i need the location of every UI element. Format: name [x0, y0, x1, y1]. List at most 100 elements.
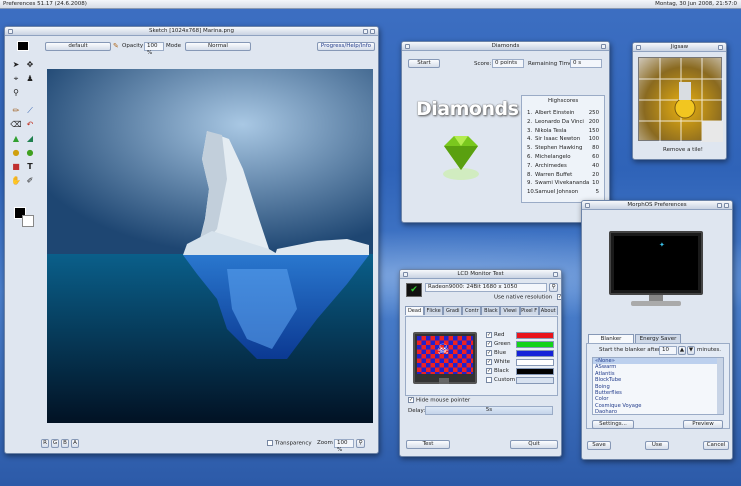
stamp-icon[interactable]: ♟ [24, 73, 36, 85]
fill-icon[interactable]: ▲ [10, 133, 22, 145]
depth-gadget-icon[interactable] [724, 203, 729, 208]
tab-pixel-f[interactable]: Pixel F [519, 306, 539, 315]
zoom-magnifier-icon[interactable]: ⚲ [356, 439, 365, 448]
depth-gadget-icon[interactable] [370, 29, 375, 34]
use-button[interactable]: Use [645, 441, 669, 450]
color-swatch[interactable] [17, 41, 29, 51]
tab-contr[interactable]: Contr [462, 306, 482, 315]
close-gadget-icon[interactable] [636, 45, 641, 50]
brush-select[interactable]: default [45, 42, 111, 51]
zoom-gadget-icon[interactable] [363, 29, 368, 34]
curve-icon[interactable]: ↶ [24, 119, 36, 131]
color-swatch[interactable] [516, 359, 554, 366]
jigsaw-titlebar[interactable]: Jigsaw [633, 43, 726, 52]
airbrush-icon[interactable]: ✐ [24, 175, 36, 187]
tab-energy-saver[interactable]: Energy Saver [635, 334, 681, 343]
gradient-icon[interactable]: ◢ [24, 133, 36, 145]
move-icon[interactable]: ✥ [24, 59, 36, 71]
color-checkbox[interactable]: ✓ [486, 358, 492, 365]
native-resolution-checkbox[interactable]: ✓ [557, 294, 561, 300]
close-gadget-icon[interactable] [403, 272, 408, 277]
save-button[interactable]: Save [587, 441, 611, 450]
pencil-icon[interactable]: ✏ [10, 105, 22, 117]
zoom-gadget-icon[interactable] [717, 203, 722, 208]
color-swatch[interactable] [516, 332, 554, 339]
lcd-tabbar: Dead Flicke Gradi Contr Black Viewi Pixel F Abo… [405, 306, 558, 315]
progress-help-info-button[interactable]: Progress/Help/Info [317, 42, 375, 51]
depth-gadget-icon[interactable] [718, 45, 723, 50]
cancel-button[interactable]: Cancel [703, 441, 729, 450]
color-checkbox[interactable]: ✓ [486, 349, 492, 356]
tab-viewi[interactable]: Viewi [500, 306, 520, 315]
channel-r-button[interactable]: R [41, 439, 49, 448]
color-row-black[interactable]: ✓ Black [486, 367, 556, 376]
device-search-icon[interactable]: ⚲ [549, 283, 558, 292]
zoom-field[interactable]: 100 % [334, 439, 354, 453]
close-gadget-icon[interactable] [405, 44, 410, 49]
diamonds-titlebar[interactable]: Diamonds [402, 42, 609, 51]
image-canvas[interactable] [47, 69, 373, 423]
settings-button[interactable]: Settings... [592, 420, 634, 429]
blanker-item[interactable]: Daoharo [593, 409, 723, 414]
close-gadget-icon[interactable] [8, 29, 13, 34]
color-checkbox[interactable] [486, 376, 492, 383]
color-row-red[interactable]: ✓ Red [486, 331, 556, 340]
select-arrow-icon[interactable]: ➤ [10, 59, 22, 71]
filled-ellipse-icon[interactable]: ● [24, 147, 36, 159]
start-button[interactable]: Start [408, 59, 440, 68]
color-checkbox[interactable]: ✓ [486, 367, 492, 374]
color-swatch[interactable] [516, 377, 554, 384]
smudge-icon[interactable]: ✋ [10, 175, 22, 187]
tab-black[interactable]: Black [481, 306, 501, 315]
color-checkbox[interactable]: ✓ [486, 340, 492, 347]
tab-flicke[interactable]: Flicke [424, 306, 444, 315]
channel-a-button[interactable]: A [71, 439, 79, 448]
color-row-custom[interactable]: Custom [486, 376, 556, 385]
close-gadget-icon[interactable] [585, 203, 590, 208]
color-row-green[interactable]: ✓ Green [486, 340, 556, 349]
tab-dead[interactable]: Dead [405, 306, 425, 315]
background-color[interactable] [22, 215, 34, 227]
channel-g-button[interactable]: G [51, 439, 59, 448]
eraser-icon[interactable]: ⌫ [10, 119, 22, 131]
minutes-increment-button[interactable]: ▼ [687, 346, 695, 355]
test-button[interactable]: Test [406, 440, 450, 449]
color-row-white[interactable]: ✓ White [486, 358, 556, 367]
morphos-titlebar[interactable]: MorphOS Preferences [582, 201, 732, 210]
transparency-toggle[interactable]: Transparency [267, 440, 312, 447]
hide-pointer-checkbox[interactable]: ✓ [408, 397, 414, 403]
tab-about[interactable]: About [538, 306, 558, 315]
device-select[interactable]: Radeon9000: 24Bit 1680 x 1050 [425, 283, 547, 292]
color-row-blue[interactable]: ✓ Blue [486, 349, 556, 358]
blanker-list[interactable]: «None» ASwarm Atlantis BlockTube Boing Butter… [592, 357, 724, 415]
color-swatch[interactable] [516, 368, 554, 375]
color-swatch[interactable] [516, 350, 554, 357]
tab-blanker[interactable]: Blanker [588, 334, 634, 343]
depth-gadget-icon[interactable] [601, 44, 606, 49]
line-icon[interactable]: ⟋ [24, 105, 36, 117]
depth-gadget-icon[interactable] [553, 272, 558, 277]
tab-gradi[interactable]: Gradi [443, 306, 463, 315]
blanker-list-scrollbar[interactable] [717, 358, 723, 414]
quit-button[interactable]: Quit [510, 440, 558, 449]
sketch-titlebar[interactable]: Sketch [1024x768] Marina.png [5, 27, 378, 36]
jigsaw-board[interactable] [638, 57, 723, 142]
lasso-icon[interactable]: ⌖ [10, 73, 22, 85]
text-icon[interactable]: T [24, 161, 36, 173]
hide-pointer-toggle[interactable]: ✓ Hide mouse pointer [408, 397, 470, 404]
preview-button[interactable]: Preview [683, 420, 723, 429]
mode-select[interactable]: Normal [185, 42, 251, 51]
minutes-decrement-button[interactable]: ▲ [678, 346, 686, 355]
channel-b-button[interactable]: B [61, 439, 69, 448]
minutes-field[interactable]: 10 [659, 346, 677, 355]
native-resolution-toggle[interactable]: Use native resolution ✓ [494, 294, 561, 301]
rectangle-icon[interactable]: ■ [10, 161, 22, 173]
lcd-titlebar[interactable]: LCD Monitor Test [400, 270, 561, 279]
opacity-field[interactable]: 100 % [144, 42, 164, 56]
color-checkbox[interactable]: ✓ [486, 331, 492, 338]
delay-slider[interactable]: 5s [425, 406, 553, 415]
ellipse-icon[interactable]: ● [10, 147, 22, 159]
color-swatch[interactable] [516, 341, 554, 348]
transparency-checkbox[interactable] [267, 440, 273, 446]
eyedropper-icon[interactable]: ⚲ [10, 87, 22, 99]
